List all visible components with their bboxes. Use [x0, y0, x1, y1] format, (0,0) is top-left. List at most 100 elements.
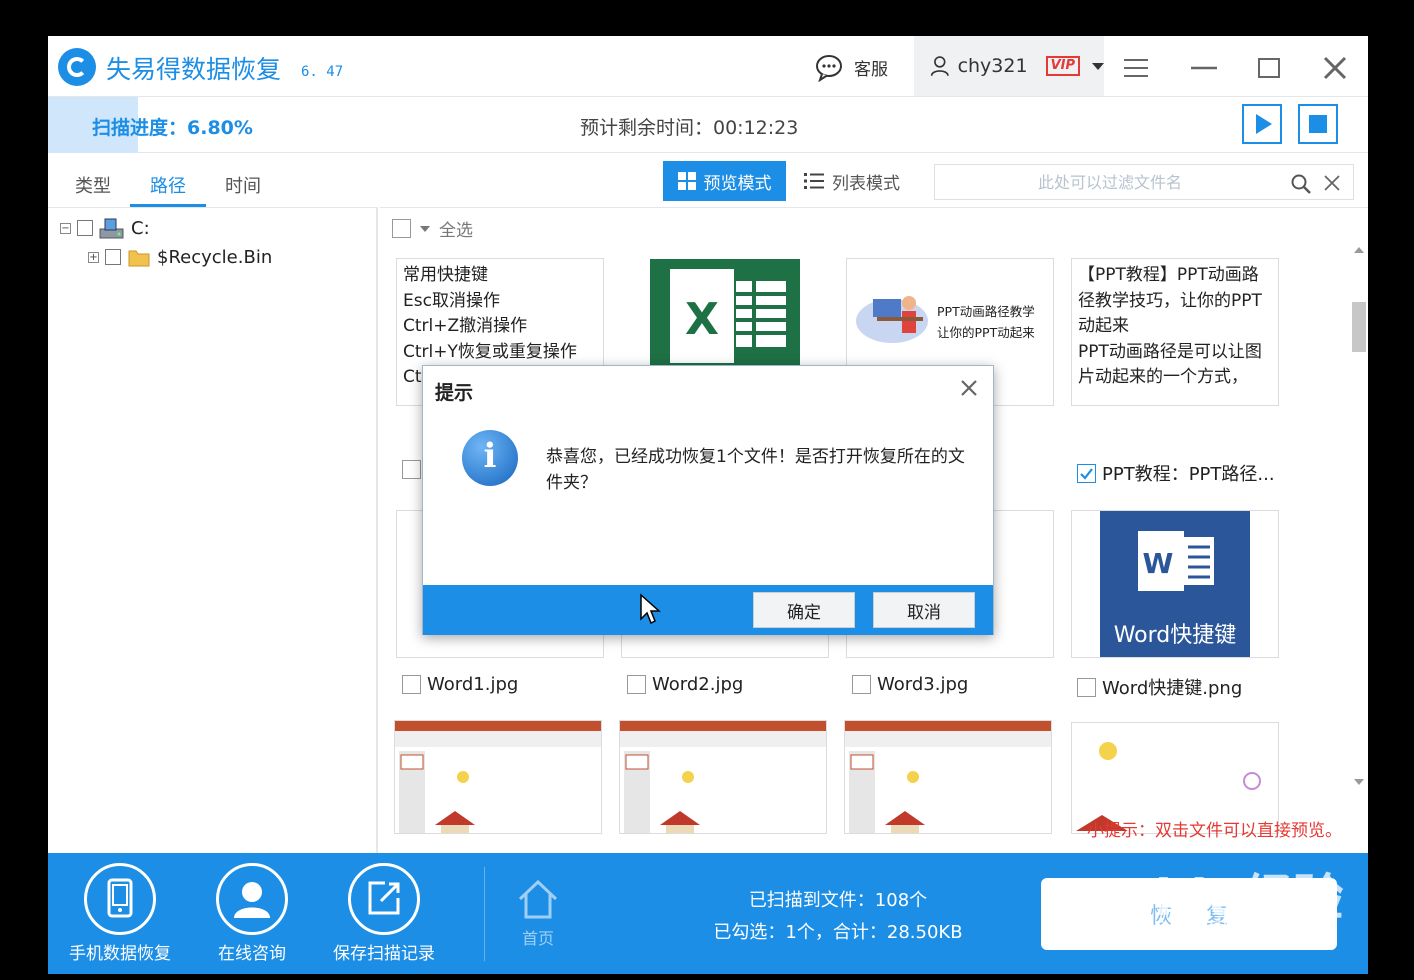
- vip-badge: VIP: [1045, 56, 1080, 76]
- svg-text:W: W: [1143, 547, 1174, 580]
- user-icon: [930, 56, 949, 77]
- dialog-close-icon[interactable]: [959, 378, 979, 398]
- select-all-label: 全选: [439, 221, 473, 241]
- file-card-ppt-tutorial[interactable]: 【PPT教程】PPT动画路 径教学技巧，让你的PPT 动起来 PPT动画路径是可…: [1071, 258, 1279, 406]
- checked-checkbox-icon[interactable]: [1077, 463, 1096, 483]
- list-mode-label: 列表模式: [832, 173, 900, 194]
- home-icon: [518, 879, 558, 919]
- save-scan-record-button[interactable]: 保存扫描记录: [329, 863, 439, 964]
- file-caption[interactable]: Word3.jpg: [852, 674, 968, 695]
- preview-mode-button[interactable]: 预览模式: [663, 161, 786, 201]
- resume-button[interactable]: [1242, 104, 1282, 144]
- card-image-caption: PPT动画路径教学 让你的PPT动起来: [937, 304, 1035, 340]
- online-consult-button[interactable]: 在线咨询: [197, 863, 307, 964]
- scrollbar-thumb[interactable]: [1352, 302, 1366, 352]
- app-window: 失易得数据恢复 6. 47 客服 chy321 VIP 扫描进度：6.80% 预…: [48, 36, 1368, 974]
- close-icon[interactable]: [1317, 50, 1353, 86]
- card-line: Ctrl+Y恢复或重复操作: [403, 341, 577, 362]
- card-line: 动起来: [1078, 316, 1129, 336]
- clear-filter-icon[interactable]: [1323, 174, 1341, 192]
- card-line: 【PPT教程】PPT动画路: [1078, 265, 1259, 285]
- file-name: PPT教程：PPT路径...: [1102, 464, 1275, 485]
- active-tab-indicator: [130, 204, 206, 207]
- ok-button[interactable]: 确定: [753, 592, 855, 628]
- phone-recovery-button[interactable]: 手机数据恢复: [65, 863, 175, 964]
- tree-node-c-drive[interactable]: − C:: [60, 216, 150, 240]
- play-icon: [1256, 114, 1272, 134]
- stop-button[interactable]: [1298, 104, 1338, 144]
- list-icon: [804, 173, 824, 189]
- select-all[interactable]: 全选: [392, 216, 473, 241]
- select-all-checkbox[interactable]: [392, 219, 411, 238]
- file-card-ppt-slide-3[interactable]: [844, 720, 1052, 834]
- file-caption[interactable]: Word1.jpg: [402, 674, 518, 695]
- preview-tip: 小提示：双击文件可以直接预览。: [1087, 821, 1342, 841]
- dropdown-arrow-icon[interactable]: [419, 224, 431, 234]
- home-label: 首页: [521, 929, 554, 948]
- scroll-down-icon[interactable]: [1353, 778, 1365, 786]
- file-caption[interactable]: PPT教程：PPT路径...: [1077, 460, 1275, 486]
- card-line: PPT动画路径是可以让图: [1078, 341, 1262, 362]
- filter-input[interactable]: [935, 165, 1285, 199]
- tab-type[interactable]: 类型: [75, 172, 111, 198]
- drive-icon: [99, 218, 124, 239]
- list-mode-button[interactable]: 列表模式: [804, 161, 900, 201]
- hamburger-menu-icon[interactable]: [1118, 50, 1154, 86]
- tree-checkbox[interactable]: [105, 249, 121, 265]
- card-line: 片动起来的一个方式，: [1078, 367, 1248, 387]
- folder-tree-panel: − C: + $Recycle.Bin: [48, 208, 378, 853]
- tab-path[interactable]: 路径: [150, 172, 186, 198]
- minimize-icon[interactable]: [1186, 50, 1222, 86]
- file-name: Word3.jpg: [877, 674, 969, 695]
- person-icon: [216, 863, 288, 935]
- scan-stats: 已扫描到文件：108个 已勾选：1个，合计：28.50KB: [688, 885, 988, 949]
- file-card-word-shortcuts[interactable]: W Word快捷键: [1071, 510, 1279, 658]
- user-account-menu[interactable]: chy321 VIP: [914, 36, 1104, 96]
- file-card-ppt-slide-2[interactable]: [619, 720, 827, 834]
- tree-checkbox[interactable]: [77, 220, 93, 236]
- file-checkbox[interactable]: [852, 675, 871, 694]
- collapse-icon[interactable]: −: [60, 222, 71, 234]
- file-name: Word快捷键.png: [1102, 678, 1243, 699]
- file-checkbox[interactable]: [402, 675, 421, 694]
- file-card-ppt-slide-1[interactable]: [394, 720, 602, 834]
- card-line: 径教学技巧，让你的PPT: [1078, 290, 1262, 311]
- card-image-caption: Word快捷键: [1113, 623, 1237, 648]
- scroll-up-icon[interactable]: [1353, 246, 1365, 254]
- tab-time[interactable]: 时间: [225, 172, 261, 198]
- dialog-footer: 确定 取消: [423, 585, 993, 635]
- phone-icon: [84, 863, 156, 935]
- scan-progress-bar: 扫描进度：6.80% 预计剩余时间：00:12:23: [48, 97, 1368, 153]
- card-line: Ctrl+Z撤消操作: [403, 316, 528, 336]
- file-checkbox[interactable]: [627, 675, 646, 694]
- mouse-cursor-icon: [640, 593, 661, 625]
- file-caption[interactable]: Word2.jpg: [627, 674, 743, 695]
- card-line: 常用快捷键: [403, 265, 488, 285]
- customer-service-button[interactable]: 客服: [814, 52, 888, 82]
- tree-node-recycle-bin[interactable]: + $Recycle.Bin: [88, 246, 272, 268]
- slide-thumbnail-image: [620, 721, 826, 833]
- cancel-button[interactable]: 取消: [873, 592, 975, 628]
- file-checkbox[interactable]: [1077, 677, 1096, 697]
- svg-text:X: X: [685, 294, 719, 345]
- file-caption[interactable]: [402, 460, 421, 479]
- home-button[interactable]: 首页: [510, 877, 566, 949]
- file-checkbox[interactable]: [402, 460, 421, 479]
- card-line: Esc取消操作: [403, 290, 500, 311]
- stop-icon: [1309, 115, 1327, 133]
- app-title: 失易得数据恢复: [106, 55, 282, 84]
- watermark-url: jingyan.baidu.com: [1087, 914, 1291, 939]
- expand-icon[interactable]: +: [88, 251, 99, 263]
- file-caption[interactable]: Word快捷键.png: [1077, 674, 1242, 700]
- bottom-divider: [484, 867, 485, 961]
- search-icon[interactable]: [1290, 173, 1312, 195]
- chevron-down-icon: [1092, 62, 1104, 70]
- maximize-icon[interactable]: [1251, 50, 1287, 86]
- preview-mode-label: 预览模式: [703, 173, 772, 194]
- file-name: Word2.jpg: [652, 674, 744, 695]
- selected-summary: 已勾选：1个，合计：28.50KB: [713, 922, 963, 943]
- username: chy321: [957, 55, 1028, 77]
- view-toolbar: 预览模式 列表模式: [380, 154, 1368, 208]
- vertical-scrollbar[interactable]: [1350, 242, 1366, 790]
- tree-label: C:: [131, 217, 150, 239]
